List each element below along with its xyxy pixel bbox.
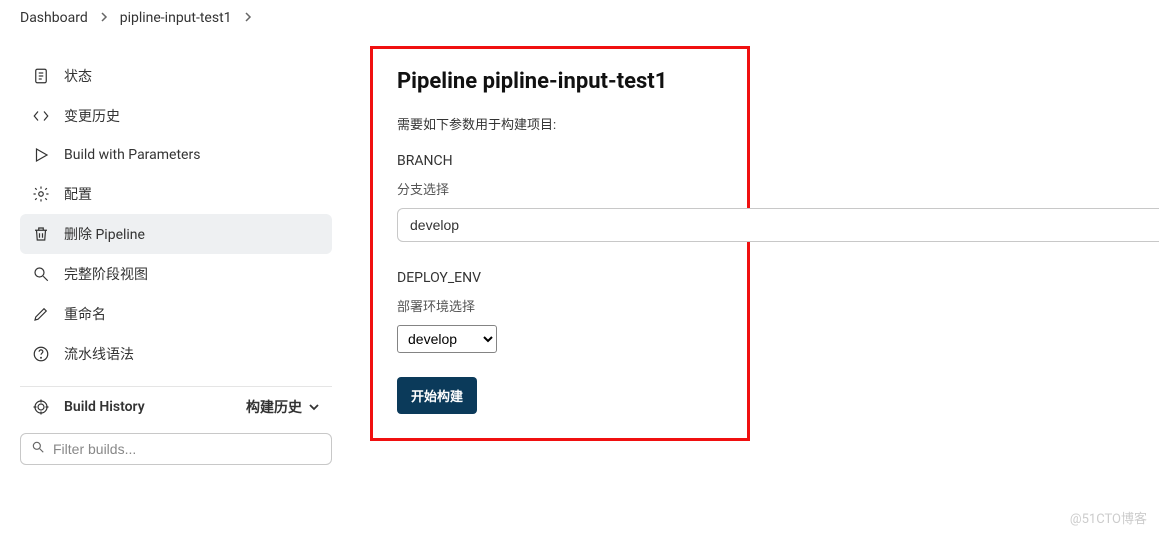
- param-deploy-env-name: DEPLOY_ENV: [397, 270, 723, 286]
- sidebar-item-label: 配置: [64, 184, 92, 204]
- param-branch-name: BRANCH: [397, 153, 723, 169]
- build-history-title: Build History: [64, 399, 145, 415]
- chevron-right-icon: [244, 11, 252, 25]
- page-title: Pipeline pipline-input-test1: [397, 69, 723, 94]
- sidebar-item-label: Build with Parameters: [64, 147, 200, 163]
- breadcrumb: Dashboard pipline-input-test1: [0, 0, 1159, 36]
- param-branch-hint: 分支选择: [397, 179, 723, 198]
- build-history-toggle[interactable]: 构建历史: [246, 397, 320, 417]
- sidebar-item-label: 删除 Pipeline: [64, 224, 145, 244]
- sidebar-item-label: 流水线语法: [64, 344, 134, 364]
- sidebar-item-full-stage-view[interactable]: 完整阶段视图: [20, 254, 332, 294]
- build-history-toggle-label: 构建历史: [246, 397, 302, 417]
- main-content: Pipeline pipline-input-test1 需要如下参数用于构建项…: [340, 36, 1159, 465]
- pencil-icon: [32, 305, 50, 323]
- start-build-button[interactable]: 开始构建: [397, 377, 477, 414]
- sidebar-item-status[interactable]: 状态: [20, 56, 332, 96]
- sidebar-item-rename[interactable]: 重命名: [20, 294, 332, 334]
- help-icon: [32, 345, 50, 363]
- sidebar-item-delete-pipeline[interactable]: 删除 Pipeline: [20, 214, 332, 254]
- gear-icon: [32, 185, 50, 203]
- search-icon: [32, 265, 50, 283]
- filter-builds-box[interactable]: [20, 433, 332, 465]
- watermark: @51CTO博客: [1070, 508, 1147, 527]
- build-history-header: Build History 构建历史: [20, 386, 332, 427]
- sidebar-item-label: 变更历史: [64, 106, 120, 126]
- sidebar-item-label: 完整阶段视图: [64, 264, 148, 284]
- status-icon: [32, 67, 50, 85]
- filter-builds-input[interactable]: [53, 441, 321, 457]
- sidebar-item-build-params[interactable]: Build with Parameters: [20, 136, 332, 174]
- sidebar-item-label: 状态: [64, 66, 92, 86]
- chevron-right-icon: [100, 11, 108, 25]
- form-description: 需要如下参数用于构建项目:: [397, 114, 723, 133]
- breadcrumb-item-project[interactable]: pipline-input-test1: [120, 10, 232, 26]
- search-icon: [31, 440, 45, 458]
- sidebar-item-pipeline-syntax[interactable]: 流水线语法: [20, 334, 332, 374]
- branch-input[interactable]: [397, 208, 1159, 242]
- build-parameters-form: Pipeline pipline-input-test1 需要如下参数用于构建项…: [370, 46, 750, 441]
- sidebar-item-changes[interactable]: 变更历史: [20, 96, 332, 136]
- play-icon: [32, 146, 50, 164]
- sidebar: 状态 变更历史 Build with Parameters 配置 删除 Pipe: [0, 36, 340, 465]
- param-deploy-env-hint: 部署环境选择: [397, 296, 723, 315]
- sidebar-item-configure[interactable]: 配置: [20, 174, 332, 214]
- sidebar-item-label: 重命名: [64, 304, 106, 324]
- breadcrumb-item-dashboard[interactable]: Dashboard: [20, 10, 88, 26]
- code-icon: [32, 107, 50, 125]
- trash-icon: [32, 225, 50, 243]
- chevron-down-icon: [308, 399, 320, 415]
- history-icon: [32, 398, 50, 416]
- deploy-env-select[interactable]: develop: [397, 325, 497, 353]
